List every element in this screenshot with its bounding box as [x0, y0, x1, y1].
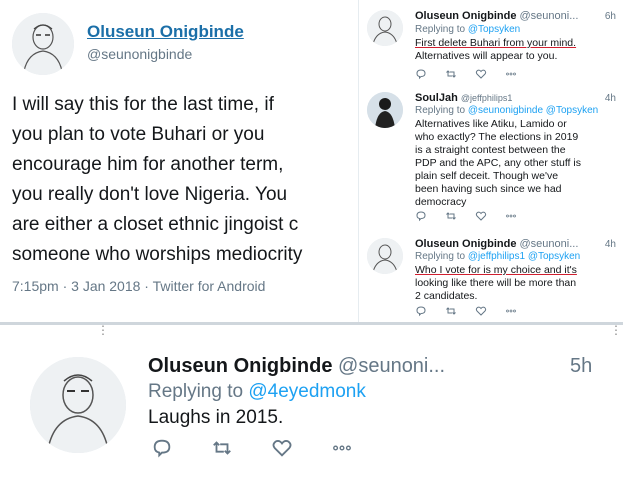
- bottom-tweet: ⋮ ⋮ Oluseun Onigbinde @seunoni... 5h Rep…: [0, 322, 623, 493]
- tweet-text-line: someone who worships mediocrity: [12, 244, 303, 265]
- reply-text-line: PDP and the APC, any other stuff is: [415, 157, 581, 169]
- tweet-text-line: you plan to vote Buhari or you: [12, 124, 265, 145]
- reply-text-line: is a straight contest between the: [415, 144, 566, 156]
- avatar-sketch-icon: [30, 357, 126, 453]
- avatar[interactable]: [367, 238, 403, 274]
- more-icon[interactable]: [330, 437, 354, 459]
- reply-text-line: Alternatives like Atiku, Lamido or: [415, 118, 567, 130]
- mention-link[interactable]: @jeffphilips1 @Topsyken: [468, 251, 580, 262]
- author-handle[interactable]: @seunonigbinde: [87, 46, 192, 62]
- avatar[interactable]: [30, 357, 126, 453]
- reply-icon[interactable]: [150, 437, 174, 459]
- reply-text-line: Alternatives will appear to you.: [415, 50, 558, 62]
- like-icon[interactable]: [475, 305, 487, 317]
- reply-text-line: plain self deceit. Though we've: [415, 170, 559, 182]
- tweet-text-line: you really don't love Nigeria. You: [12, 184, 288, 205]
- retweet-icon[interactable]: [445, 305, 457, 317]
- avatar-sketch-icon: [12, 13, 74, 75]
- avatar-sketch-icon: [367, 238, 403, 274]
- more-icon[interactable]: [505, 68, 517, 80]
- tweet-text-line: encourage him for another term,: [12, 154, 284, 175]
- author-name[interactable]: Oluseun Onigbinde: [87, 22, 244, 42]
- replying-prefix: Replying to: [415, 251, 466, 262]
- reply-tweet: Oluseun Onigbinde @seunoni... 4h Replyin…: [359, 232, 623, 322]
- divider-mark: ⋮: [610, 323, 622, 337]
- reply-text-line: First delete Buhari from your mind.: [415, 37, 577, 49]
- replying-to: Replying to @jeffphilips1 @Topsyken: [415, 251, 580, 262]
- replying-prefix: Replying to: [148, 381, 244, 402]
- retweet-icon[interactable]: [445, 68, 457, 80]
- retweet-icon[interactable]: [210, 437, 234, 459]
- reply-text-line: 2 candidates.: [415, 290, 478, 302]
- reply-text: Alternatives like Atiku, Lamido or who e…: [415, 118, 615, 209]
- tweet-actions: [150, 437, 354, 459]
- avatar[interactable]: [367, 10, 403, 46]
- reply-tweet: Oluseun Onigbinde @seunoni... 6h Replyin…: [359, 0, 623, 88]
- reply-author-name: SoulJah: [415, 92, 458, 104]
- reply-author-handle: @seunoni...: [519, 238, 579, 250]
- reply-text: Who I vote for is my choice and it's loo…: [415, 264, 615, 303]
- like-icon[interactable]: [270, 437, 294, 459]
- more-icon[interactable]: [505, 210, 517, 222]
- reply-text-line: democracy: [415, 196, 467, 208]
- more-icon[interactable]: [505, 305, 517, 317]
- reply-icon[interactable]: [415, 68, 427, 80]
- reply-tweet: SoulJah @jeffphilips1 4h Replying to @se…: [359, 88, 623, 232]
- reply-text: First delete Buhari from your mind. Alte…: [415, 37, 615, 63]
- reply-author-name: Oluseun Onigbinde: [148, 355, 333, 377]
- avatar[interactable]: [367, 92, 403, 128]
- mention-link[interactable]: @Topsyken: [468, 24, 520, 35]
- mention-link[interactable]: @4eyedmonk: [248, 381, 366, 402]
- reply-author-name: Oluseun Onigbinde: [415, 10, 517, 22]
- reply-author-handle: @seunoni...: [338, 355, 446, 377]
- reply-text: Laughs in 2015.: [148, 407, 284, 428]
- like-icon[interactable]: [475, 68, 487, 80]
- avatar-sketch-icon: [367, 10, 403, 46]
- tweet-actions: [415, 305, 517, 317]
- tweet-text-line: I will say this for the last time, if: [12, 94, 274, 115]
- replying-to: Replying to @seunonigbinde @Topsyken: [415, 105, 598, 116]
- reply-text-line: been having such since we had: [415, 183, 562, 195]
- like-icon[interactable]: [475, 210, 487, 222]
- divider-mark: ⋮: [97, 323, 109, 337]
- replies-thread: Oluseun Onigbinde @seunoni... 6h Replyin…: [358, 0, 623, 322]
- replying-prefix: Replying to: [415, 105, 466, 116]
- replying-to: Replying to @4eyedmonk: [148, 381, 366, 403]
- tweet-text-line: are either a closet ethnic jingoist c: [12, 214, 299, 235]
- reply-icon[interactable]: [415, 305, 427, 317]
- tweet-actions: [415, 68, 517, 80]
- reply-time[interactable]: 4h: [605, 93, 616, 104]
- reply-author-handle: @seunoni...: [519, 10, 579, 22]
- tweet-timestamp[interactable]: 7:15pm · 3 Jan 2018 · Twitter for Androi…: [12, 278, 265, 294]
- replying-to: Replying to @Topsyken: [415, 24, 520, 35]
- reply-author[interactable]: Oluseun Onigbinde @seunoni...: [148, 355, 445, 378]
- reply-author-handle: @jeffphilips1: [460, 93, 513, 103]
- retweet-icon[interactable]: [445, 210, 457, 222]
- avatar-person-icon: [367, 92, 403, 128]
- reply-text-line: looking like there will be more than: [415, 277, 577, 289]
- tweet-text: I will say this for the last time, if yo…: [12, 90, 358, 270]
- mention-link[interactable]: @seunonigbinde @Topsyken: [468, 105, 598, 116]
- reply-author[interactable]: Oluseun Onigbinde @seunoni...: [415, 238, 578, 250]
- main-tweet: Oluseun Onigbinde @seunonigbinde I will …: [0, 0, 358, 322]
- reply-author[interactable]: SoulJah @jeffphilips1: [415, 92, 512, 104]
- reply-author[interactable]: Oluseun Onigbinde @seunoni...: [415, 10, 578, 22]
- reply-author-name: Oluseun Onigbinde: [415, 238, 517, 250]
- tweet-actions: [415, 210, 517, 222]
- reply-time[interactable]: 4h: [605, 239, 616, 250]
- reply-text-line: Who I vote for is my choice and it's: [415, 264, 577, 276]
- reply-icon[interactable]: [415, 210, 427, 222]
- replying-prefix: Replying to: [415, 24, 466, 35]
- reply-time[interactable]: 6h: [605, 11, 616, 22]
- reply-time[interactable]: 5h: [570, 355, 592, 378]
- avatar[interactable]: [12, 13, 74, 75]
- reply-text-line: who exactly? The elections in 2019: [415, 131, 579, 143]
